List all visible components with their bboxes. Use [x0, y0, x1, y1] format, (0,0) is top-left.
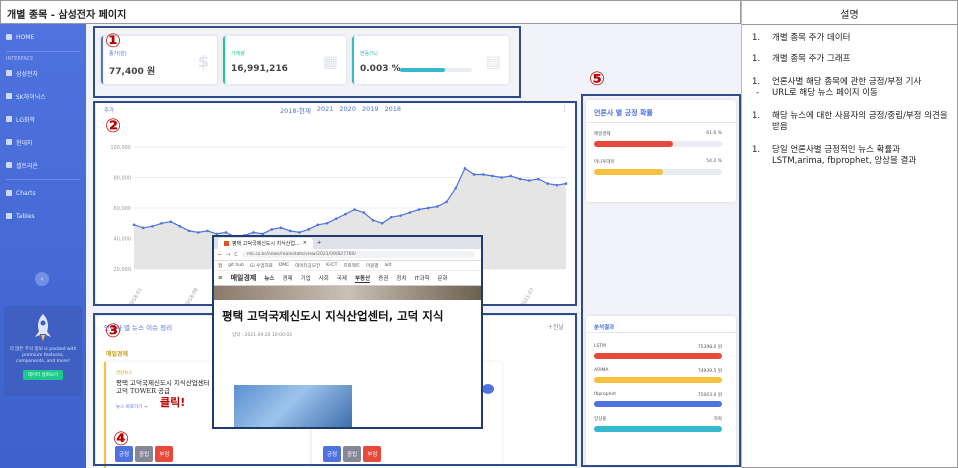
bookmark-item[interactable]: 대이터공모전 — [295, 263, 320, 269]
bookmark-item[interactable]: DMC — [279, 263, 290, 268]
description-header: 설명 — [742, 1, 957, 25]
bookmarks-bar: 앱 git hub Gi 수업자료 DMC 대이터공모전 K-ICT 프로젝트 … — [214, 261, 481, 271]
nav-item[interactable]: 증권 — [378, 274, 388, 282]
sidebar-promo: 더 많은 주식 정보 is packed with premium featur… — [4, 306, 82, 396]
sidebar-toggle-button[interactable]: ‹ — [35, 272, 49, 286]
nav-item[interactable]: 국제 — [337, 274, 347, 282]
highlight-box-5 — [581, 94, 741, 467]
nav-item[interactable]: 사회 — [319, 274, 329, 282]
marker-4: ④ — [113, 428, 130, 450]
gear-icon — [6, 116, 12, 122]
sidebar-item-home[interactable]: HOME — [0, 28, 86, 46]
table-icon — [6, 213, 12, 219]
bookmark-item[interactable]: Gi 수업자료 — [250, 263, 273, 269]
url-field[interactable]: mk.co.kr/news/realestate/view/2021/09/82… — [241, 251, 475, 258]
sidebar-item-stock[interactable]: LG화학 — [0, 110, 86, 128]
gear-icon — [6, 139, 12, 145]
highlight-box-1 — [93, 26, 521, 98]
marker-5: ⑤ — [589, 68, 606, 90]
nav-item[interactable]: 뉴스 — [264, 274, 274, 282]
address-bar: ← → C mk.co.kr/news/realestate/view/2021… — [214, 249, 481, 261]
sidebar-item-stock[interactable]: 삼성전자 — [0, 64, 86, 82]
nav-item[interactable]: 문화 — [438, 274, 448, 282]
back-icon[interactable]: ← — [218, 252, 222, 258]
bookmark-item[interactable]: git hub — [228, 263, 244, 268]
sidebar: HOME INTERFACE 삼성전자 SK하이닉스 LG화학 현대차 셀트리온… — [0, 24, 86, 468]
marker-3: ③ — [105, 320, 122, 342]
article-photo — [234, 385, 352, 427]
site-nav: ≡ 매일경제 뉴스 경제 기업 사회 국제 부동산 증권 정치 IT과학 문화 — [214, 271, 481, 286]
description-panel: 설명 1. 개별 종목 주가 데이터 1. 개별 종목 주가 그래프 1. 언론사별 … — [741, 0, 958, 468]
browser-tab-bar: 평택 고덕국제신도시 지식산업... × + — [214, 237, 481, 249]
nav-item[interactable]: 기업 — [301, 274, 311, 282]
rocket-icon — [35, 314, 51, 341]
banner-image — [214, 286, 481, 300]
bookmark-item[interactable]: 앱 — [218, 263, 222, 269]
nav-item[interactable]: IT과학 — [414, 274, 429, 282]
sidebar-item-charts[interactable]: Charts — [0, 184, 86, 202]
gear-icon — [6, 93, 12, 99]
new-tab-icon[interactable]: + — [317, 240, 321, 246]
sidebar-divider — [6, 51, 80, 52]
close-icon[interactable]: × — [303, 240, 307, 246]
article-headline: 평택 고덕국제신도시 지식산업센터, 고덕 지식 — [222, 309, 444, 323]
sidebar-divider — [6, 179, 80, 180]
promo-text: 더 많은 주식 정보 is packed with premium featur… — [9, 347, 77, 364]
sidebar-item-stock[interactable]: SK하이닉스 — [0, 87, 86, 105]
description-list: 1. 개별 종목 주가 데이터 1. 개별 종목 주가 그래프 1. 언론사별 해당 … — [742, 25, 957, 167]
article-meta: 입력 : 2021.09.20 10:00:02 — [232, 333, 293, 338]
forward-icon[interactable]: → — [226, 252, 230, 258]
marker-2: ② — [105, 115, 122, 137]
reload-icon[interactable]: C — [234, 252, 238, 258]
bookmark-item[interactable]: K-ICT — [326, 263, 337, 268]
description-item: - URL로 해당 뉴스 페이지 이동 — [756, 88, 878, 98]
nav-item[interactable]: 정치 — [396, 274, 406, 282]
promo-button[interactable]: 데이터 살펴보기 — [22, 370, 64, 380]
description-item: 1. 개별 종목 주가 데이터 — [752, 33, 851, 43]
sidebar-item-stock[interactable]: 현대차 — [0, 133, 86, 151]
bookmark-item[interactable]: ailt — [384, 263, 391, 268]
description-item: 1. 당일 언론사별 긍정적인 뉴스 확률과 LSTM,arima, fbprop… — [752, 145, 917, 166]
description-item: 1. 개별 종목 주가 그래프 — [752, 54, 851, 64]
sidebar-heading: INTERFACE — [6, 56, 34, 62]
browser-tab[interactable]: 평택 고덕국제신도시 지식산업... × — [218, 237, 313, 249]
gear-icon — [6, 70, 12, 76]
page-title: 개별 종목 - 삼성전자 페이지 — [0, 0, 741, 24]
site-logo[interactable]: 매일경제 — [231, 273, 257, 283]
chart-icon — [6, 190, 12, 196]
marker-1: ① — [105, 30, 122, 52]
click-label: 클릭! — [160, 396, 186, 409]
sidebar-item-stock[interactable]: 셀트리온 — [0, 156, 86, 174]
news-browser-popup: 평택 고덕국제신도시 지식산업... × + ← → C mk.co.kr/ne… — [212, 235, 483, 429]
menu-icon[interactable]: ≡ — [218, 275, 223, 281]
favicon-icon — [224, 240, 229, 246]
description-item: 1. 언론사별 해당 종목에 관한 긍정/부정 기사 — [752, 77, 922, 87]
bookmark-item[interactable]: 마을맵 — [366, 263, 378, 269]
nav-item[interactable]: 경제 — [283, 274, 293, 282]
home-icon — [6, 34, 12, 40]
nav-item[interactable]: 부동산 — [355, 274, 371, 283]
sidebar-item-tables[interactable]: Tables — [0, 207, 86, 225]
bookmark-item[interactable]: 프로젝트 — [343, 263, 360, 269]
description-item: 1. 해당 뉴스에 대한 사용자의 긍정/중립/부정 의견을 받음 — [752, 111, 948, 132]
gear-icon — [6, 162, 12, 168]
